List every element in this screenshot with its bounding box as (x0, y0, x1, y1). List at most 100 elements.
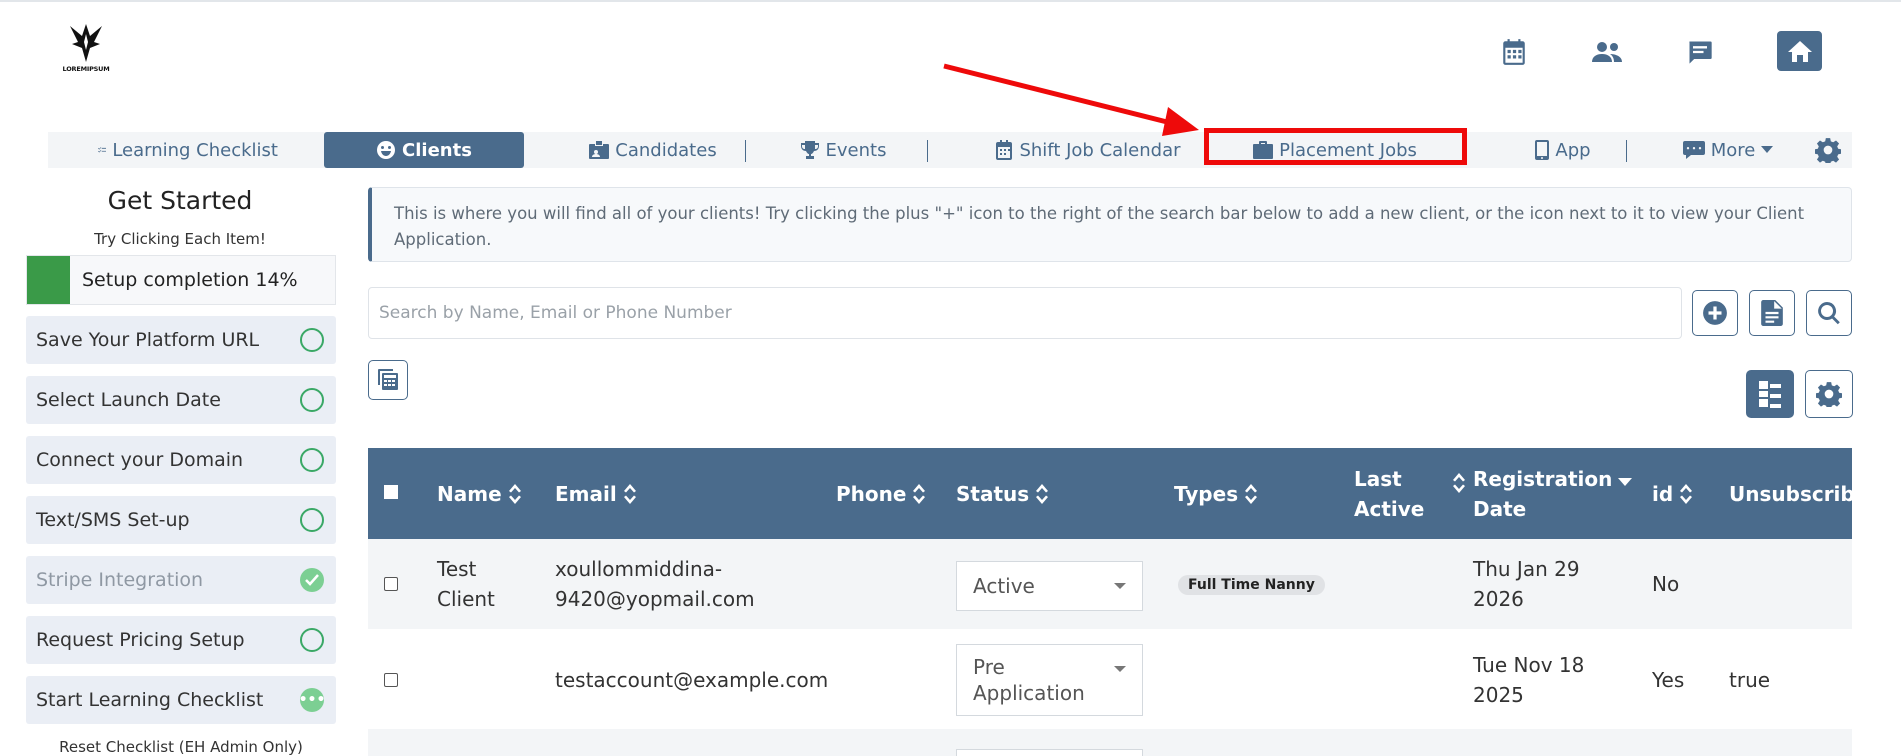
nav-shift-job-calendar[interactable]: Shift Job Calendar (968, 132, 1208, 168)
header-registration-date[interactable]: Registration Date (1473, 448, 1633, 539)
mobile-icon (1535, 140, 1550, 160)
row-checkbox[interactable] (384, 577, 398, 591)
header-phone[interactable]: Phone (836, 448, 926, 539)
get-started-title: Get Started (107, 186, 253, 215)
nav-candidates[interactable]: Candidates (568, 132, 738, 168)
table-row[interactable]: Test Client xoullommiddina- 9420@yopmail… (368, 539, 1852, 629)
document-icon (1761, 300, 1783, 326)
table-settings-button[interactable] (1805, 370, 1853, 418)
nav-events[interactable]: Events (788, 132, 898, 168)
calendar-icon (996, 140, 1013, 160)
client-application-button[interactable] (1749, 290, 1795, 336)
search-button[interactable] (1806, 290, 1852, 336)
cell-id: Yes (1652, 668, 1685, 692)
checklist-item-label: Start Learning Checklist (36, 689, 264, 711)
caret-down-icon (1761, 146, 1774, 153)
checklist-item-label: Text/SMS Set-up (36, 509, 190, 531)
circle-icon (300, 448, 324, 472)
add-client-button[interactable] (1692, 290, 1738, 336)
header-name[interactable]: Name (437, 448, 522, 539)
table-row[interactable]: testaccount@example.com Pre Application … (368, 629, 1852, 729)
home-button[interactable] (1777, 31, 1822, 71)
progress-label: Setup completion 14% (82, 269, 298, 291)
nav-learning-checklist[interactable]: Learning Checklist (98, 132, 278, 168)
nav-label: Clients (402, 139, 472, 161)
header-status[interactable]: Status (956, 448, 1049, 539)
cell-registration-date: Thu Jan 29 2026 (1473, 557, 1580, 611)
nav-app[interactable]: App (1508, 132, 1618, 168)
header-unsubscribed[interactable]: Unsubscribed (1729, 448, 1852, 539)
trophy-icon (800, 141, 819, 159)
calculator-icon (378, 369, 398, 390)
nav-label: App (1555, 139, 1591, 161)
checklist-item-launch-date[interactable]: Select Launch Date (26, 376, 336, 424)
checklist-item-label: Save Your Platform URL (36, 329, 260, 351)
nav-label: Learning Checklist (112, 139, 278, 161)
row-checkbox[interactable] (384, 673, 398, 687)
sort-desc-icon (1618, 465, 1633, 495)
header-id[interactable]: id (1652, 448, 1693, 539)
header-email[interactable]: Email (555, 448, 637, 539)
checklist-item-stripe[interactable]: Stripe Integration (26, 556, 336, 604)
nav-separator (745, 140, 746, 162)
id-card-icon (589, 141, 610, 159)
briefcase-icon (1253, 141, 1274, 159)
logo-text: LOREMIPSUM (62, 65, 110, 73)
cell-unsubscribed: true (1729, 668, 1771, 692)
nav-label: Shift Job Calendar (1019, 139, 1181, 161)
circle-icon (300, 388, 324, 412)
nav-label: More (1710, 139, 1756, 161)
sort-icon (1035, 482, 1049, 506)
nav-more[interactable]: More (1663, 132, 1793, 168)
clients-table: Name Email Phone Status Types Last Activ… (368, 448, 1852, 756)
table-header: Name Email Phone Status Types Last Activ… (368, 448, 1852, 539)
home-icon (1787, 41, 1812, 62)
sort-icon (1452, 471, 1466, 495)
sort-icon (912, 482, 926, 506)
column-layout-button[interactable] (1746, 370, 1794, 418)
cell-registration-date: Tue Nov 18 2025 (1473, 653, 1585, 707)
check-circle-icon (300, 568, 324, 592)
select-all-checkbox[interactable] (384, 485, 398, 499)
gear-icon (1815, 138, 1841, 163)
checklist-item-label: Request Pricing Setup (36, 629, 245, 651)
calculator-button[interactable] (368, 360, 408, 400)
status-select[interactable] (956, 749, 1143, 756)
users-icon[interactable] (1587, 32, 1627, 72)
nav-placement-jobs[interactable]: Placement Jobs (1208, 132, 1462, 168)
get-started-subtitle: Try Clicking Each Item! (94, 230, 266, 248)
reset-checklist-link[interactable]: Reset Checklist (EH Admin Only) (26, 738, 336, 756)
logo[interactable]: LOREMIPSUM (60, 20, 112, 76)
nav-clients[interactable]: Clients (324, 132, 524, 168)
progress-fill (27, 256, 70, 304)
checklist-item-domain[interactable]: Connect your Domain (26, 436, 336, 484)
nav-separator (1626, 140, 1627, 162)
checklist-item-learning[interactable]: Start Learning Checklist ••• (26, 676, 336, 724)
checklist-item-platform-url[interactable]: Save Your Platform URL (26, 316, 336, 364)
logo-mark-icon (70, 24, 102, 62)
cell-name: Test Client (437, 557, 495, 611)
checklist-item-label: Select Launch Date (36, 389, 221, 411)
main-nav: Learning Checklist Clients Candidates Ev… (48, 132, 1852, 168)
header-types[interactable]: Types (1174, 448, 1258, 539)
circle-icon (300, 508, 324, 532)
type-badge: Full Time Nanny (1178, 575, 1325, 595)
status-select[interactable]: Active (956, 561, 1143, 611)
info-banner: This is where you will find all of your … (368, 187, 1852, 262)
cell-email: testaccount@example.com (555, 668, 829, 692)
status-select[interactable]: Pre Application (956, 644, 1143, 716)
checklist-item-pricing[interactable]: Request Pricing Setup (26, 616, 336, 664)
search-input[interactable] (368, 287, 1682, 339)
message-icon (1682, 141, 1705, 159)
checklist-item-sms[interactable]: Text/SMS Set-up (26, 496, 336, 544)
ellipsis-circle-icon: ••• (299, 688, 325, 712)
nav-settings[interactable] (1808, 132, 1848, 168)
sitemap-icon (1759, 381, 1781, 408)
circle-icon (300, 328, 324, 352)
chat-icon[interactable] (1680, 32, 1720, 72)
table-row[interactable] (368, 729, 1852, 756)
nav-label: Events (825, 139, 887, 161)
header-last-active[interactable]: Last Active (1354, 448, 1466, 539)
checklist-item-label: Connect your Domain (36, 449, 244, 471)
calendar-icon[interactable] (1494, 32, 1534, 72)
